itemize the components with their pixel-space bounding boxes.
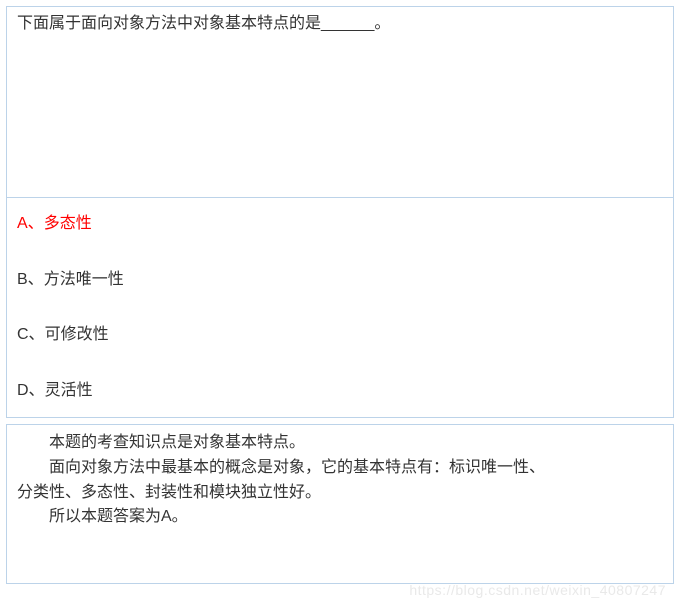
option-c-label: C、 [17, 326, 45, 343]
option-a[interactable]: A、多态性 [17, 212, 663, 236]
explanation-line2-part1: 面向对象方法中最基本的概念是对象，它的基本特点有：标识唯一性、 [17, 456, 663, 481]
option-a-text: 多态性 [44, 215, 92, 232]
explanation-line3: 所以本题答案为A。 [17, 505, 663, 530]
quiz-container: 下面属于面向对象方法中对象基本特点的是______。 A、多态性 B、方法唯一性… [0, 0, 680, 606]
question-panel: 下面属于面向对象方法中对象基本特点的是______。 [6, 6, 674, 198]
option-b-text: 方法唯一性 [44, 271, 124, 288]
watermark: https://blog.csdn.net/weixin_40807247 [409, 582, 666, 598]
option-c-text: 可修改性 [45, 326, 109, 343]
option-d-label: D、 [17, 382, 45, 399]
explanation-panel: 本题的考查知识点是对象基本特点。 面向对象方法中最基本的概念是对象，它的基本特点… [6, 424, 674, 584]
option-c[interactable]: C、可修改性 [17, 323, 663, 347]
question-stem: 下面属于面向对象方法中对象基本特点的是______。 [17, 15, 390, 32]
option-a-label: A、 [17, 215, 44, 232]
option-b[interactable]: B、方法唯一性 [17, 268, 663, 292]
option-d[interactable]: D、灵活性 [17, 379, 663, 403]
explanation-line1: 本题的考查知识点是对象基本特点。 [17, 431, 663, 456]
option-b-label: B、 [17, 271, 44, 288]
option-d-text: 灵活性 [45, 382, 93, 399]
explanation-line2-part2: 分类性、多态性、封装性和模块独立性好。 [17, 481, 663, 506]
options-panel: A、多态性 B、方法唯一性 C、可修改性 D、灵活性 [6, 198, 674, 418]
